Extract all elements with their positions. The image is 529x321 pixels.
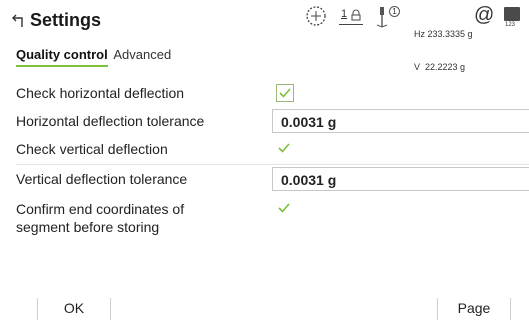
horizontal-deflection-tolerance-label: Horizontal deflection tolerance (16, 113, 205, 129)
check-vertical-deflection-checkbox[interactable] (276, 140, 292, 156)
row-horizontal-deflection-tolerance: Horizontal deflection tolerance 0.0031 g (0, 108, 529, 134)
v-angle: V 22.2223 g (414, 62, 466, 72)
prism-pole-icon (376, 7, 388, 28)
horizontal-deflection-tolerance-field[interactable]: 0.0031 g (272, 109, 529, 133)
prism-number: 1 (389, 6, 400, 17)
row-check-vertical-deflection: Check vertical deflection (0, 136, 529, 162)
softkey-bar: OK Page (0, 296, 529, 321)
page-button[interactable]: Page (438, 296, 510, 321)
divider (16, 164, 529, 165)
prism-indicator[interactable]: 1 (375, 6, 401, 28)
checkmark-icon (279, 88, 291, 98)
back-arrow-icon[interactable] (12, 12, 26, 28)
hz-angle: Hz 233.3335 g (414, 29, 473, 39)
at-icon[interactable]: @ (474, 4, 494, 27)
battery-icon[interactable]: 123 (504, 7, 522, 31)
check-horizontal-deflection-checkbox[interactable] (276, 84, 294, 102)
confirm-end-coordinates-label-line1: Confirm end coordinates of (16, 201, 185, 217)
softkey-separator (110, 298, 111, 320)
confirm-end-coordinates-label-line2: segment before storing (16, 219, 160, 235)
check-horizontal-deflection-label: Check horizontal deflection (16, 85, 185, 101)
page-title: Settings (30, 10, 102, 30)
face-label: 1 (341, 8, 348, 20)
face-indicator[interactable]: 1 (339, 8, 365, 28)
vertical-deflection-tolerance-field[interactable]: 0.0031 g (272, 167, 529, 191)
confirm-end-coordinates-checkbox[interactable] (276, 200, 292, 216)
checkmark-icon (278, 143, 290, 153)
title-bar: Settings 1 1 Hz 233.3335 g V 22.2223 g @… (0, 0, 529, 72)
checkmark-icon (278, 203, 290, 213)
target-circle-icon[interactable] (305, 5, 327, 27)
ok-button[interactable]: OK (38, 296, 110, 321)
tab-quality-control[interactable]: Quality control (16, 47, 108, 67)
row-confirm-end-coordinates: Confirm end coordinates of segment befor… (0, 196, 529, 240)
lock-icon (351, 9, 361, 21)
tab-advanced[interactable]: Advanced (113, 47, 171, 65)
softkey-separator (510, 298, 511, 320)
row-check-horizontal-deflection: Check horizontal deflection (0, 80, 529, 106)
confirm-end-coordinates-label: Confirm end coordinates of segment befor… (16, 200, 184, 236)
battery-label: 123 (505, 22, 516, 28)
tab-bar: Quality control Advanced (16, 47, 171, 67)
vertical-deflection-tolerance-label: Vertical deflection tolerance (16, 171, 188, 187)
check-vertical-deflection-label: Check vertical deflection (16, 141, 168, 157)
row-vertical-deflection-tolerance: Vertical deflection tolerance 0.0031 g (0, 166, 529, 192)
battery-body (504, 7, 520, 21)
